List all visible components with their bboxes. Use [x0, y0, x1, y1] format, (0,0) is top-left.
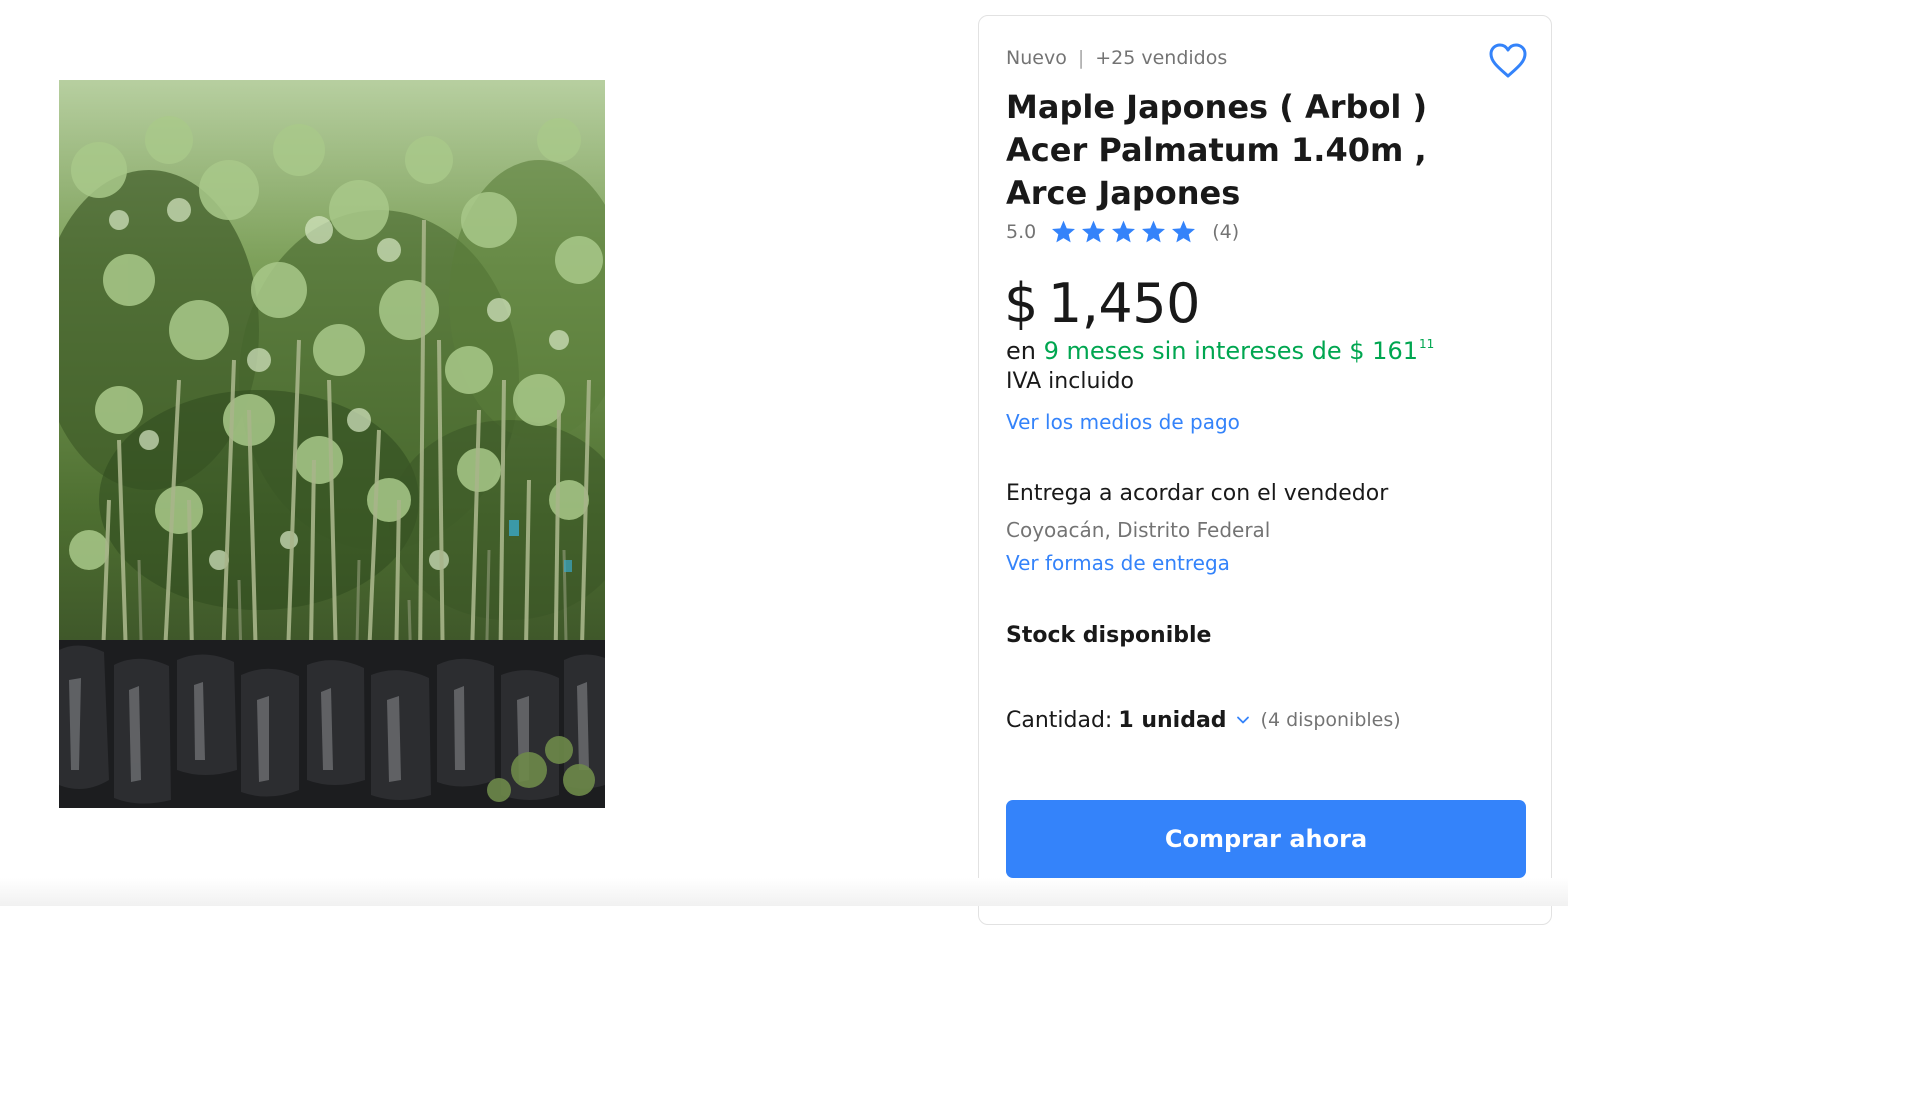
product-subtitle: Nuevo | +25 vendidos [1006, 47, 1227, 69]
price-currency: $ [1004, 272, 1038, 335]
installments-cents: 11 [1418, 337, 1435, 351]
review-count: (4) [1212, 221, 1240, 243]
chevron-down-icon [1236, 716, 1249, 724]
installments-text: 9 meses sin intereses de $ 16111 [1044, 337, 1435, 365]
installments-info: en 9 meses sin intereses de $ 16111 [1006, 337, 1434, 365]
star-icon [1052, 220, 1076, 243]
installments-amount: 9 meses sin intereses de $ 161 [1043, 337, 1418, 365]
star-icon [1082, 220, 1106, 243]
star-icon [1112, 220, 1136, 243]
quantity-row: Cantidad: 1 unidad (4 disponibles) [1006, 704, 1401, 736]
condition-label: Nuevo [1006, 47, 1067, 69]
quantity-available: (4 disponibles) [1260, 709, 1401, 731]
quantity-selector[interactable]: 1 unidad [1112, 708, 1250, 733]
quantity-label: Cantidad: [1006, 707, 1113, 733]
rating-summary[interactable]: 5.0 (4) [1006, 218, 1239, 246]
star-icon [1142, 220, 1166, 243]
rating-score: 5.0 [1006, 221, 1037, 243]
delivery-options-link[interactable]: Ver formas de entrega [1006, 551, 1230, 575]
maple-plants-photo [59, 80, 605, 808]
tax-note: IVA incluido [1006, 369, 1134, 394]
buy-now-button[interactable]: Comprar ahora [1006, 800, 1526, 878]
sold-count: +25 vendidos [1095, 47, 1228, 69]
quantity-value: 1 unidad [1118, 707, 1227, 733]
delivery-title: Entrega a acordar con el vendedor [1006, 481, 1389, 506]
price: $1,450 [1004, 272, 1200, 335]
price-amount: 1,450 [1047, 272, 1201, 335]
page-bottom-shade [0, 878, 1568, 906]
buy-box: Nuevo | +25 vendidos Maple Japones ( Arbol… [978, 15, 1552, 925]
subtitle-separator: | [1077, 47, 1085, 69]
rating-stars [1050, 219, 1200, 245]
installments-prefix: en [1006, 337, 1036, 365]
favorite-button[interactable] [1489, 43, 1527, 79]
product-title: Maple Japones ( Arbol ) Acer Palmatum 1.… [1006, 88, 1428, 212]
product-image[interactable] [59, 80, 605, 808]
stock-status: Stock disponible [1006, 623, 1212, 648]
payment-methods-link[interactable]: Ver los medios de pago [1006, 410, 1240, 434]
seller-location: Coyoacán, Distrito Federal [1006, 518, 1271, 542]
star-icon [1172, 220, 1196, 243]
product-page: Nuevo | +25 vendidos Maple Japones ( Arbol… [0, 0, 1568, 925]
heart-icon [1489, 43, 1527, 78]
